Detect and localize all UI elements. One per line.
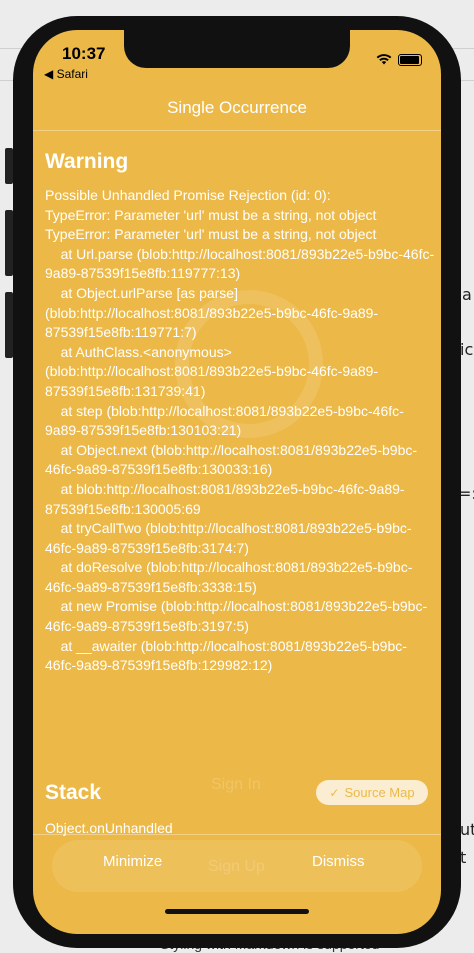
warning-title: Warning: [45, 150, 129, 173]
volume-down-button: [5, 292, 13, 358]
checkmark-icon: ✓: [329, 785, 340, 800]
dismiss-button[interactable]: Dismiss: [312, 853, 365, 870]
warning-message: Possible Unhandled Promise Rejection (id…: [45, 187, 435, 674]
background-text: a: [462, 285, 472, 304]
sign-in-ghost-label: Sign In: [211, 776, 261, 793]
stack-title: Stack: [45, 781, 102, 804]
background-text: ut: [460, 820, 474, 839]
home-indicator[interactable]: [165, 909, 309, 914]
status-icons: [376, 52, 422, 68]
volume-up-button: [5, 210, 13, 276]
minimize-button[interactable]: Minimize: [103, 853, 162, 870]
back-to-safari-link[interactable]: ◀ Safari: [44, 67, 88, 81]
header-divider: [33, 130, 441, 131]
mute-switch: [5, 148, 13, 184]
page-title: Single Occurrence: [167, 98, 307, 117]
source-map-label: Source Map: [344, 785, 415, 800]
status-time: 10:37: [62, 44, 106, 63]
battery-icon: [398, 54, 422, 66]
background-text: ic: [460, 340, 474, 359]
footer-divider: [33, 834, 441, 835]
device-notch: [124, 30, 350, 68]
wifi-icon: [376, 52, 392, 68]
source-map-button[interactable]: ✓ Source Map: [316, 780, 428, 805]
